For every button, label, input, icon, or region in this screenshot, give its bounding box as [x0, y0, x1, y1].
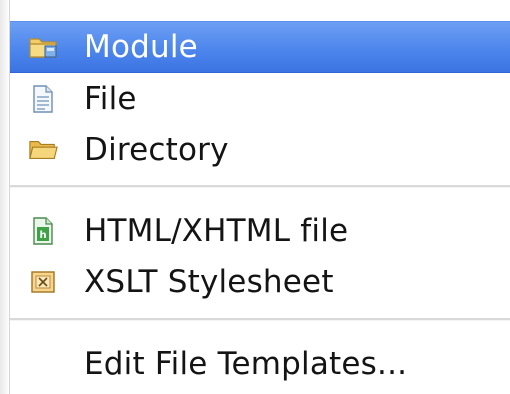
module-folder-icon	[28, 33, 58, 61]
menu-item-html-xhtml-file[interactable]: h HTML/XHTML file	[10, 205, 510, 257]
menu-item-edit-file-templates[interactable]: Edit File Templates...	[10, 338, 510, 390]
folder-icon	[28, 136, 58, 164]
menu-item-label: Module	[84, 29, 198, 65]
menu-item-label: XSLT Stylesheet	[84, 264, 334, 300]
menu-separator	[10, 318, 510, 321]
menu-item-label: HTML/XHTML file	[84, 213, 349, 249]
menu-item-file[interactable]: File	[10, 73, 510, 125]
menu-item-label: File	[84, 81, 137, 117]
menu-item-directory[interactable]: Directory	[10, 124, 510, 176]
xslt-file-icon	[28, 268, 58, 296]
menu-item-xslt-stylesheet[interactable]: XSLT Stylesheet	[10, 256, 510, 308]
html-file-icon: h	[28, 217, 58, 245]
menu-separator	[10, 185, 510, 188]
svg-text:h: h	[39, 230, 46, 241]
menu-item-label: Edit File Templates...	[84, 346, 408, 382]
menu-item-module[interactable]: Module	[10, 21, 510, 73]
menu-item-label: Directory	[84, 132, 229, 168]
new-item-context-menu: Module File Directory h HTML/XHTML file …	[0, 0, 510, 394]
file-icon	[28, 85, 58, 113]
